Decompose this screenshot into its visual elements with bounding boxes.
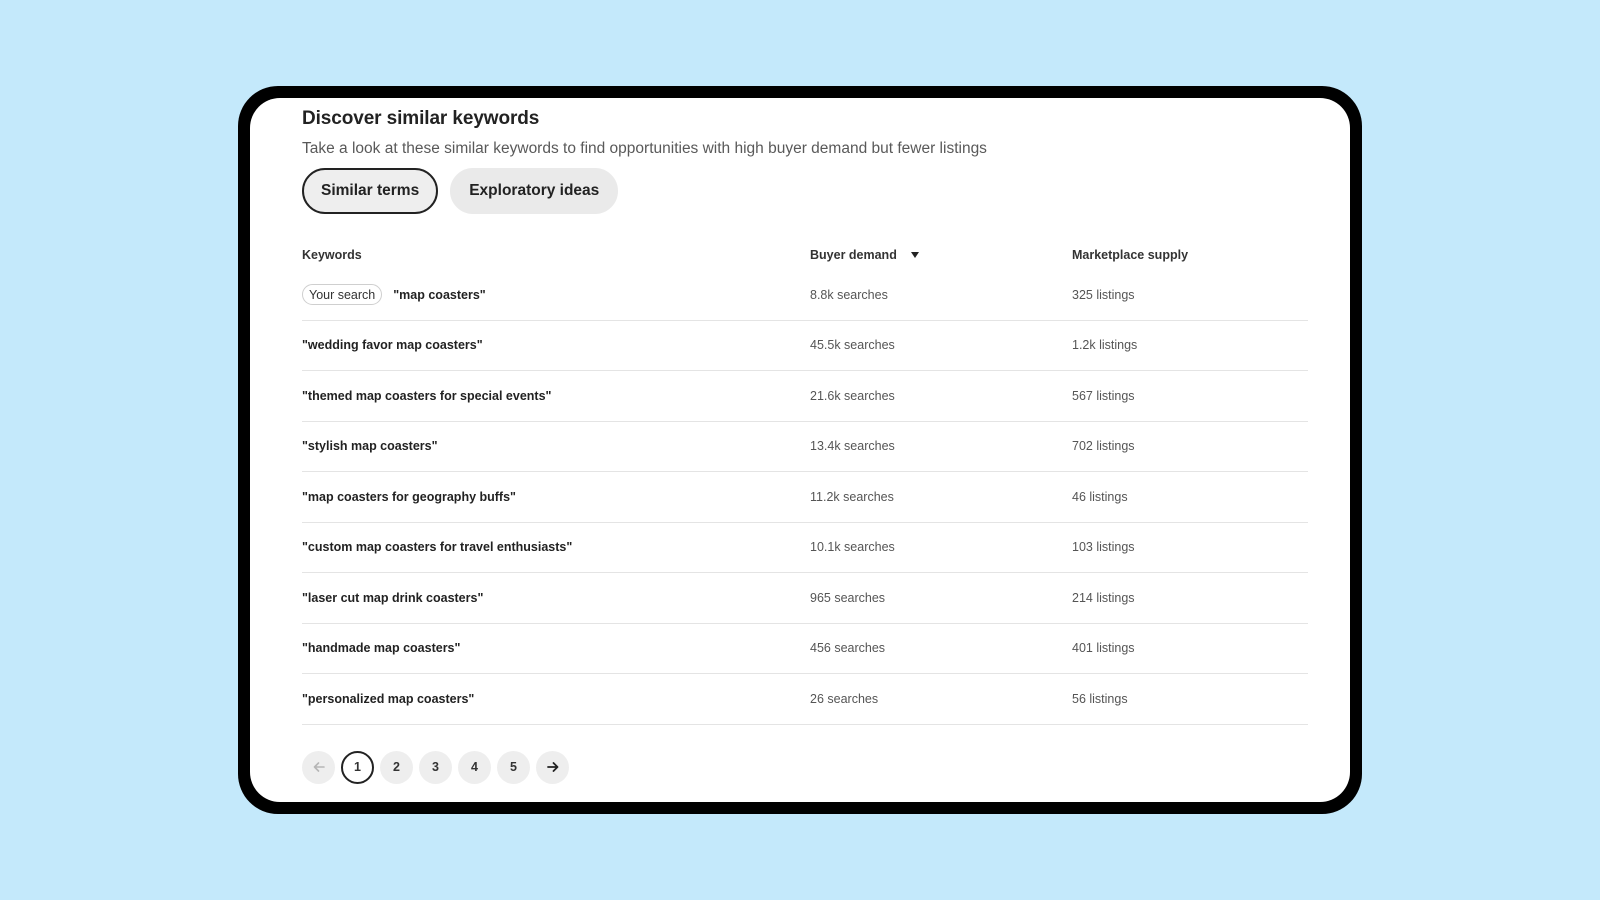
keyword-cell: "wedding favor map coasters" bbox=[302, 338, 483, 353]
demand-cell: 456 searches bbox=[810, 641, 886, 656]
keyword-cell: "stylish map coasters" bbox=[302, 439, 438, 454]
demand-cell: 21.6k searches bbox=[810, 388, 895, 403]
demand-cell: 10.1k searches bbox=[810, 540, 895, 555]
page-button-5[interactable]: 5 bbox=[497, 750, 530, 784]
header-buyer-demand-label: Buyer demand bbox=[810, 248, 897, 262]
page-button-1[interactable]: 1 bbox=[341, 750, 374, 784]
table-row: "themed map coasters for special events"… bbox=[302, 371, 1308, 422]
header-marketplace-supply: Marketplace supply bbox=[1072, 248, 1189, 262]
supply-cell: 103 listings bbox=[1072, 540, 1135, 555]
caret-down-icon[interactable] bbox=[910, 252, 919, 258]
demand-cell: 11.2k searches bbox=[810, 489, 894, 504]
keyword-text: "map coasters" bbox=[393, 287, 486, 302]
table-row: "map coasters for geography buffs" 11.2k… bbox=[302, 472, 1308, 523]
prev-page-button[interactable] bbox=[302, 750, 335, 784]
header-keywords: Keywords bbox=[302, 248, 362, 262]
screen: Discover similar keywords Take a look at… bbox=[250, 98, 1350, 802]
page-button-4[interactable]: 4 bbox=[458, 750, 491, 784]
keyword-cell: "map coasters for geography buffs" bbox=[302, 489, 516, 504]
supply-cell: 325 listings bbox=[1072, 287, 1135, 302]
table-row: "laser cut map drink coasters" 965 searc… bbox=[302, 573, 1308, 624]
keyword-cell: "laser cut map drink coasters" bbox=[302, 590, 484, 605]
table-row: "custom map coasters for travel enthusia… bbox=[302, 523, 1308, 573]
supply-cell: 1.2k listings bbox=[1072, 338, 1138, 353]
table-header: Keywords Buyer demand Marketplace supply bbox=[302, 240, 1308, 270]
arrow-left-icon bbox=[313, 762, 325, 772]
similar-keywords-section: Discover similar keywords Take a look at… bbox=[302, 106, 1308, 785]
tab-group: Similar terms Exploratory ideas bbox=[302, 168, 1308, 214]
table-row: "wedding favor map coasters" 45.5k searc… bbox=[302, 321, 1308, 371]
page-button-2[interactable]: 2 bbox=[380, 750, 413, 784]
supply-cell: 46 listings bbox=[1072, 489, 1128, 504]
supply-cell: 567 listings bbox=[1072, 388, 1135, 403]
table-row: "personalized map coasters" 26 searches … bbox=[302, 674, 1308, 725]
demand-cell: 26 searches bbox=[810, 691, 879, 706]
demand-cell: 8.8k searches bbox=[810, 287, 888, 302]
tab-similar-terms[interactable]: Similar terms bbox=[302, 168, 439, 214]
your-search-badge: Your search bbox=[302, 284, 383, 306]
demand-cell: 965 searches bbox=[810, 590, 886, 605]
tab-exploratory-ideas[interactable]: Exploratory ideas bbox=[450, 168, 619, 214]
keyword-cell: "personalized map coasters" bbox=[302, 691, 475, 706]
table-row: "handmade map coasters" 456 searches 401… bbox=[302, 624, 1308, 674]
section-title: Discover similar keywords bbox=[302, 108, 540, 129]
demand-cell: 13.4k searches bbox=[810, 439, 895, 454]
pagination: 1 2 3 4 5 bbox=[302, 750, 1308, 785]
table-row-your-search: Your search "map coasters" 8.8k searches… bbox=[302, 270, 1308, 321]
keywords-table: Keywords Buyer demand Marketplace supply… bbox=[302, 240, 1308, 725]
header-buyer-demand[interactable]: Buyer demand bbox=[810, 248, 1072, 262]
section-subtitle: Take a look at these similar keywords to… bbox=[302, 140, 987, 157]
keyword-cell: "themed map coasters for special events" bbox=[302, 388, 552, 403]
device-frame: Discover similar keywords Take a look at… bbox=[238, 86, 1362, 814]
keyword-cell: "handmade map coasters" bbox=[302, 641, 461, 656]
keyword-cell: "custom map coasters for travel enthusia… bbox=[302, 540, 573, 555]
next-page-button[interactable] bbox=[536, 750, 569, 784]
supply-cell: 401 listings bbox=[1072, 641, 1135, 656]
keyword-cell: Your search "map coasters" bbox=[302, 284, 810, 306]
page-button-3[interactable]: 3 bbox=[419, 750, 452, 784]
supply-cell: 702 listings bbox=[1072, 439, 1135, 454]
arrow-right-icon bbox=[546, 762, 558, 772]
supply-cell: 56 listings bbox=[1072, 691, 1128, 706]
table-row: "stylish map coasters" 13.4k searches 70… bbox=[302, 422, 1308, 472]
demand-cell: 45.5k searches bbox=[810, 338, 895, 353]
supply-cell: 214 listings bbox=[1072, 590, 1135, 605]
